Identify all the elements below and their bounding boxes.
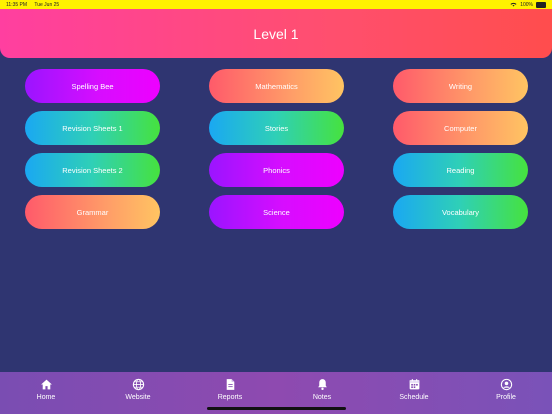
tab-label: Reports [217,394,243,401]
status-bar: 11:35 PM Tue Jun 25 100% [0,0,552,9]
status-right: 100% [510,1,546,8]
subject-button[interactable]: Vocabulary [393,195,528,229]
subject-button[interactable]: Phonics [209,153,344,187]
tab-home[interactable]: Home [16,378,76,408]
wifi-icon [510,2,517,7]
page-title: Level 1 [253,25,299,42]
subject-button[interactable]: Revision Sheets 1 [25,111,160,145]
tab-profile[interactable]: Profile [476,378,536,408]
tab-label: Schedule [399,394,429,401]
tab-schedule[interactable]: Schedule [384,378,444,408]
tab-label: Profile [496,394,516,401]
bell-icon [317,379,327,391]
battery-icon [536,1,546,8]
subject-button[interactable]: Science [209,195,344,229]
subject-button[interactable]: Stories [209,111,344,145]
document-icon [226,379,234,390]
tab-reports[interactable]: Reports [200,378,260,408]
tab-label: Home [36,394,56,401]
subject-button[interactable]: Writing [393,69,528,103]
home-indicator [207,407,346,410]
person-icon [500,378,512,391]
battery-percent: 100% [520,1,533,8]
tab-label: Notes [312,394,332,401]
calendar-icon [409,379,419,390]
status-time: 11:35 PM [6,1,28,8]
tab-notes[interactable]: Notes [292,378,352,408]
subject-button[interactable]: Computer [393,111,528,145]
subject-button[interactable]: Spelling Bee [25,69,160,103]
tab-label: Website [125,394,151,401]
status-left: 11:35 PM Tue Jun 25 [6,2,65,8]
subject-button[interactable]: Mathematics [209,69,344,103]
status-date: Tue Jun 25 [34,1,60,8]
header: Level 1 [0,9,552,58]
home-icon [40,379,52,390]
subject-button[interactable]: Reading [393,153,528,187]
subject-button[interactable]: Grammar [25,195,160,229]
subject-grid: Spelling Bee Mathematics Writing Revisio… [25,69,528,229]
tab-website[interactable]: Website [108,378,168,408]
subject-button[interactable]: Revision Sheets 2 [25,153,160,187]
globe-icon [132,378,144,391]
